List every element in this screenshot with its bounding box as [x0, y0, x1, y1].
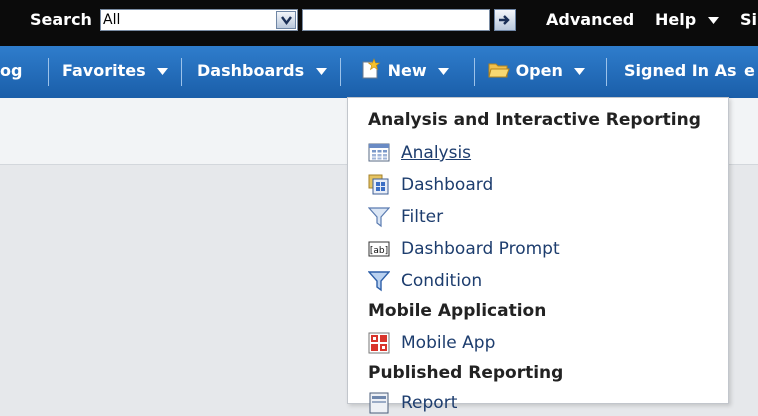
mobile-app-icon	[368, 332, 390, 354]
main-navbar: og Favorites Dashboards New Open Signed …	[0, 46, 758, 98]
help-label: Help	[655, 10, 697, 29]
menu-item-label: Analysis	[401, 143, 472, 163]
svg-text:[ab]: [ab]	[370, 246, 388, 256]
caret-down-icon	[315, 68, 327, 75]
search-label: Search	[30, 10, 92, 29]
catalog-link[interactable]: og	[0, 61, 22, 80]
condition-icon	[368, 271, 390, 292]
open-label: Open	[515, 61, 563, 80]
favorites-label: Favorites	[62, 61, 146, 80]
arrow-right-icon	[499, 15, 510, 25]
open-menu[interactable]: Open	[488, 61, 586, 80]
caret-down-icon	[574, 68, 586, 75]
chevron-down-icon[interactable]	[276, 11, 296, 29]
dashboards-menu[interactable]: Dashboards	[197, 61, 327, 80]
favorites-menu[interactable]: Favorites	[62, 61, 169, 80]
dashboards-label: Dashboards	[197, 61, 305, 80]
user-name-link[interactable]: e	[744, 61, 755, 80]
signed-in-as-label: Signed In As	[624, 61, 737, 80]
dashboard-icon	[368, 174, 389, 195]
search-input[interactable]	[302, 9, 490, 31]
menu-item-label: Condition	[401, 271, 483, 291]
sign-out-link[interactable]: Si	[740, 10, 757, 29]
nav-divider	[606, 58, 607, 86]
search-scope-select[interactable]: All	[100, 9, 298, 31]
menu-item-label: Report	[401, 393, 458, 413]
search-go-button[interactable]	[494, 9, 516, 31]
nav-divider	[181, 58, 182, 86]
nav-divider	[474, 58, 475, 86]
folder-icon	[488, 63, 510, 77]
report-icon	[369, 392, 389, 414]
analysis-icon	[368, 143, 390, 162]
menu-item-label: Dashboard	[401, 175, 494, 195]
caret-down-icon	[157, 68, 169, 75]
search-scope-value: All	[103, 12, 121, 28]
menu-section-header: Published Reporting	[368, 363, 564, 383]
new-label: New	[387, 61, 427, 80]
help-menu[interactable]: Help	[655, 10, 719, 29]
menu-item-label: Dashboard Prompt	[401, 239, 560, 259]
caret-down-icon	[707, 17, 719, 24]
menu-section-header: Mobile Application	[368, 301, 547, 321]
dashboard-prompt-icon: [ab]	[368, 241, 390, 257]
menu-section-header: Analysis and Interactive Reporting	[368, 110, 701, 130]
advanced-search-link[interactable]: Advanced	[546, 10, 634, 29]
new-document-icon	[362, 58, 381, 79]
menu-item-label: Filter	[401, 207, 444, 227]
global-header: Search All Advanced Help Si	[0, 0, 758, 46]
nav-divider	[340, 58, 341, 86]
filter-icon	[368, 207, 390, 228]
nav-divider	[48, 58, 49, 86]
menu-item-label: Mobile App	[401, 333, 496, 353]
caret-down-icon	[438, 68, 450, 75]
new-dropdown-menu: Analysis and Interactive Reporting Analy…	[347, 97, 729, 414]
new-menu[interactable]: New	[360, 58, 450, 80]
